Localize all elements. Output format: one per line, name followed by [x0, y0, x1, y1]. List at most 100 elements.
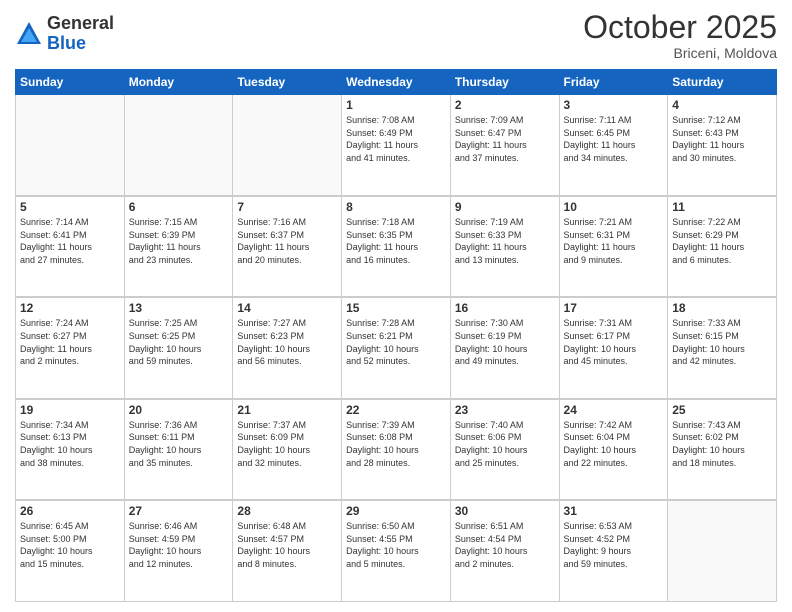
calendar-cell: 8 Sunrise: 7:18 AMSunset: 6:35 PMDaylight… — [342, 196, 451, 297]
day-number: 8 — [346, 200, 446, 214]
day-info: Sunrise: 7:11 AMSunset: 6:45 PMDaylight:… — [564, 114, 664, 164]
day-number: 17 — [564, 301, 664, 315]
day-number: 14 — [237, 301, 337, 315]
day-info: Sunrise: 7:37 AMSunset: 6:09 PMDaylight:… — [237, 419, 337, 469]
day-number: 19 — [20, 403, 120, 417]
calendar-cell: 11 Sunrise: 7:22 AMSunset: 6:29 PMDayligh… — [668, 196, 777, 297]
day-info: Sunrise: 6:50 AMSunset: 4:55 PMDaylight:… — [346, 520, 446, 570]
calendar-cell: 1Sunrise: 7:08 AMSunset: 6:49 PMDaylight… — [342, 95, 451, 196]
day-info: Sunrise: 7:18 AMSunset: 6:35 PMDaylight:… — [346, 216, 446, 266]
calendar-cell: 20Sunrise: 7:36 AMSunset: 6:11 PMDayligh… — [124, 399, 233, 500]
day-info: Sunrise: 7:21 AMSunset: 6:31 PMDaylight:… — [564, 216, 664, 266]
calendar-cell: 26 Sunrise: 6:45 AMSunset: 5:00 PMDayligh… — [16, 500, 125, 601]
calendar-cell: 22 Sunrise: 7:39 AMSunset: 6:08 PMDayligh… — [342, 399, 451, 500]
calendar-cell: 6 Sunrise: 7:15 AMSunset: 6:39 PMDaylight… — [124, 196, 233, 297]
day-header-wednesday: Wednesday — [342, 70, 451, 95]
calendar-cell: 19 Sunrise: 7:34 AMSunset: 6:13 PMDayligh… — [16, 399, 125, 500]
day-number: 6 — [129, 200, 229, 214]
day-info: Sunrise: 7:33 AMSunset: 6:15 PMDaylight:… — [672, 317, 772, 367]
day-header-friday: Friday — [559, 70, 668, 95]
logo-icon — [15, 20, 43, 48]
day-number: 24 — [564, 403, 664, 417]
day-info: Sunrise: 7:12 AMSunset: 6:43 PMDaylight:… — [672, 114, 772, 164]
calendar-cell: 4 Sunrise: 7:12 AMSunset: 6:43 PMDaylight… — [668, 95, 777, 196]
calendar-cell: 16Sunrise: 7:30 AMSunset: 6:19 PMDayligh… — [450, 297, 559, 398]
logo: General Blue — [15, 14, 114, 54]
day-number: 22 — [346, 403, 446, 417]
day-info: Sunrise: 6:51 AMSunset: 4:54 PMDaylight:… — [455, 520, 555, 570]
calendar-cell: 17 Sunrise: 7:31 AMSunset: 6:17 PMDayligh… — [559, 297, 668, 398]
day-info: Sunrise: 7:39 AMSunset: 6:08 PMDaylight:… — [346, 419, 446, 469]
calendar-cell: 30 Sunrise: 6:51 AMSunset: 4:54 PMDayligh… — [450, 500, 559, 601]
logo-general: General — [47, 14, 114, 34]
day-number: 31 — [564, 504, 664, 518]
calendar-cell — [233, 95, 342, 196]
day-info: Sunrise: 7:28 AMSunset: 6:21 PMDaylight:… — [346, 317, 446, 367]
page: General Blue October 2025 Briceni, Moldo… — [0, 0, 792, 612]
day-header-saturday: Saturday — [668, 70, 777, 95]
day-info: Sunrise: 7:24 AMSunset: 6:27 PMDaylight:… — [20, 317, 120, 367]
calendar-cell: 3 Sunrise: 7:11 AMSunset: 6:45 PMDaylight… — [559, 95, 668, 196]
calendar-cell: 21 Sunrise: 7:37 AMSunset: 6:09 PMDayligh… — [233, 399, 342, 500]
calendar-cell: 24Sunrise: 7:42 AMSunset: 6:04 PMDayligh… — [559, 399, 668, 500]
day-info: Sunrise: 7:25 AMSunset: 6:25 PMDaylight:… — [129, 317, 229, 367]
day-number: 28 — [237, 504, 337, 518]
logo-blue: Blue — [47, 34, 114, 54]
header: General Blue October 2025 Briceni, Moldo… — [15, 10, 777, 61]
day-info: Sunrise: 7:19 AMSunset: 6:33 PMDaylight:… — [455, 216, 555, 266]
calendar-cell — [16, 95, 125, 196]
calendar-cell: 25 Sunrise: 7:43 AMSunset: 6:02 PMDayligh… — [668, 399, 777, 500]
day-number: 5 — [20, 200, 120, 214]
day-number: 7 — [237, 200, 337, 214]
calendar-cell: 12 Sunrise: 7:24 AMSunset: 6:27 PMDayligh… — [16, 297, 125, 398]
day-number: 21 — [237, 403, 337, 417]
day-number: 16 — [455, 301, 555, 315]
day-header-thursday: Thursday — [450, 70, 559, 95]
day-info: Sunrise: 7:27 AMSunset: 6:23 PMDaylight:… — [237, 317, 337, 367]
day-number: 4 — [672, 98, 772, 112]
calendar-cell: 28 Sunrise: 6:48 AMSunset: 4:57 PMDayligh… — [233, 500, 342, 601]
calendar-cell: 7 Sunrise: 7:16 AMSunset: 6:37 PMDaylight… — [233, 196, 342, 297]
day-info: Sunrise: 7:31 AMSunset: 6:17 PMDaylight:… — [564, 317, 664, 367]
day-number: 11 — [672, 200, 772, 214]
day-number: 25 — [672, 403, 772, 417]
title-section: October 2025 Briceni, Moldova — [583, 10, 777, 61]
day-info: Sunrise: 7:14 AMSunset: 6:41 PMDaylight:… — [20, 216, 120, 266]
day-header-monday: Monday — [124, 70, 233, 95]
location: Briceni, Moldova — [583, 45, 777, 61]
day-info: Sunrise: 7:43 AMSunset: 6:02 PMDaylight:… — [672, 419, 772, 469]
day-header-tuesday: Tuesday — [233, 70, 342, 95]
day-number: 23 — [455, 403, 555, 417]
day-number: 13 — [129, 301, 229, 315]
day-info: Sunrise: 6:45 AMSunset: 5:00 PMDaylight:… — [20, 520, 120, 570]
day-info: Sunrise: 7:09 AMSunset: 6:47 PMDaylight:… — [455, 114, 555, 164]
calendar-cell — [124, 95, 233, 196]
day-number: 30 — [455, 504, 555, 518]
day-info: Sunrise: 7:15 AMSunset: 6:39 PMDaylight:… — [129, 216, 229, 266]
calendar-cell: 14 Sunrise: 7:27 AMSunset: 6:23 PMDayligh… — [233, 297, 342, 398]
day-info: Sunrise: 7:22 AMSunset: 6:29 PMDaylight:… — [672, 216, 772, 266]
day-number: 18 — [672, 301, 772, 315]
calendar-cell: 29 Sunrise: 6:50 AMSunset: 4:55 PMDayligh… — [342, 500, 451, 601]
day-number: 3 — [564, 98, 664, 112]
day-number: 26 — [20, 504, 120, 518]
calendar-cell: 13 Sunrise: 7:25 AMSunset: 6:25 PMDayligh… — [124, 297, 233, 398]
calendar-cell: 23Sunrise: 7:40 AMSunset: 6:06 PMDayligh… — [450, 399, 559, 500]
calendar-cell: 2Sunrise: 7:09 AMSunset: 6:47 PMDaylight… — [450, 95, 559, 196]
day-info: Sunrise: 7:34 AMSunset: 6:13 PMDaylight:… — [20, 419, 120, 469]
day-number: 27 — [129, 504, 229, 518]
day-number: 12 — [20, 301, 120, 315]
day-info: Sunrise: 7:16 AMSunset: 6:37 PMDaylight:… — [237, 216, 337, 266]
calendar-cell: 15 Sunrise: 7:28 AMSunset: 6:21 PMDayligh… — [342, 297, 451, 398]
calendar-cell: 9 Sunrise: 7:19 AMSunset: 6:33 PMDaylight… — [450, 196, 559, 297]
day-info: Sunrise: 6:53 AMSunset: 4:52 PMDaylight:… — [564, 520, 664, 570]
day-info: Sunrise: 7:08 AMSunset: 6:49 PMDaylight:… — [346, 114, 446, 164]
month-title: October 2025 — [583, 10, 777, 45]
day-number: 9 — [455, 200, 555, 214]
day-info: Sunrise: 6:48 AMSunset: 4:57 PMDaylight:… — [237, 520, 337, 570]
calendar-cell: 5 Sunrise: 7:14 AMSunset: 6:41 PMDaylight… — [16, 196, 125, 297]
calendar-cell: 18 Sunrise: 7:33 AMSunset: 6:15 PMDayligh… — [668, 297, 777, 398]
logo-text: General Blue — [47, 14, 114, 54]
day-number: 29 — [346, 504, 446, 518]
day-number: 15 — [346, 301, 446, 315]
